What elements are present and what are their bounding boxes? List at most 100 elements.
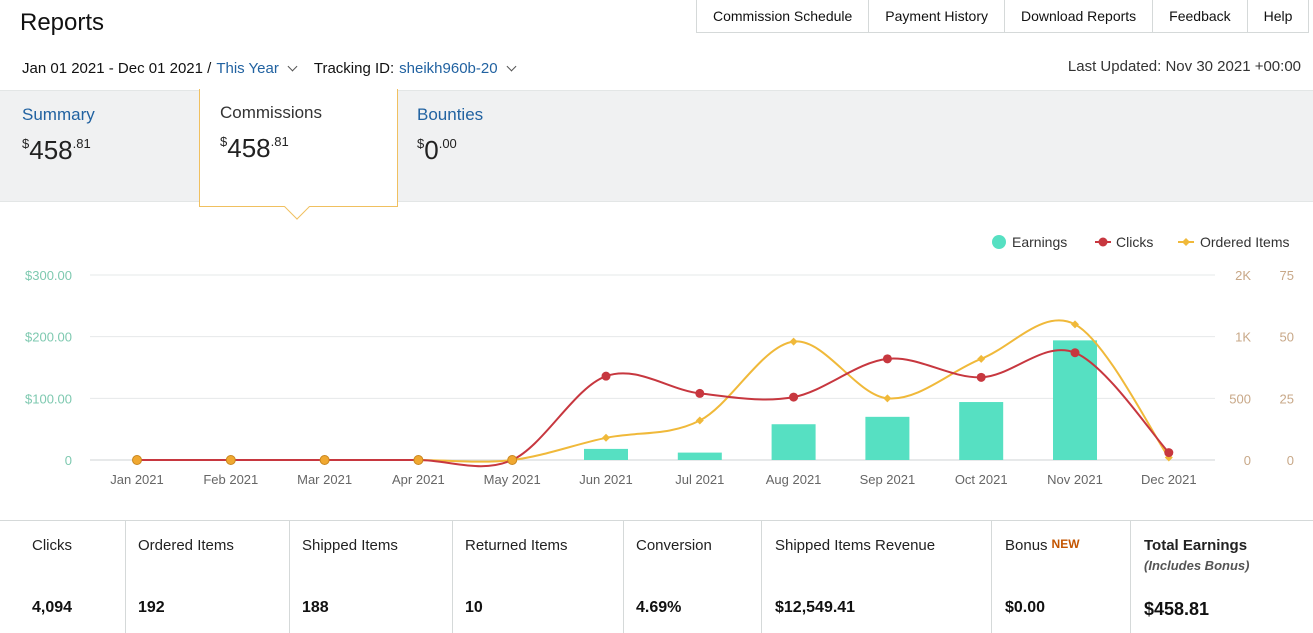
chart-svg: 0 0 0 $100.00 500 25 $200.00 1K 50 $300.00 2K 75 Jan… — [25, 234, 1294, 487]
earnings-bar — [865, 416, 910, 460]
ordered-items-point — [602, 433, 610, 442]
zero-point — [132, 455, 142, 465]
stat-shipped-revenue: Shipped Items Revenue $12,549.41 — [762, 521, 992, 633]
chevron-down-icon[interactable] — [506, 61, 517, 72]
commission-schedule-button[interactable]: Commission Schedule — [697, 0, 870, 32]
stat-conversion: Conversion 4.69% — [624, 521, 762, 633]
clicks-line — [136, 349, 1170, 468]
legend-ordered-swatch — [1182, 238, 1190, 246]
right-axis-tick: 500 — [1229, 391, 1251, 406]
earnings-bar — [1053, 340, 1097, 460]
stat-ordered-items: Ordered Items 192 — [126, 521, 290, 633]
ordered-items-point — [977, 354, 986, 363]
currency-symbol: $ — [22, 136, 30, 151]
stat-value: $0.00 — [1005, 599, 1046, 616]
right-axis-tick: 0 — [1287, 453, 1294, 468]
stat-label: Total Earnings — [1144, 537, 1248, 554]
right-axis-tick: 50 — [1280, 330, 1294, 345]
zero-point — [225, 455, 236, 465]
tab-bounties-label[interactable]: Bounties — [417, 105, 577, 125]
x-axis-tick: Sep 2021 — [860, 472, 916, 487]
earnings-bar — [677, 452, 722, 460]
legend-clicks-swatch — [1098, 237, 1108, 247]
download-reports-button[interactable]: Download Reports — [1005, 0, 1154, 32]
clicks-point — [601, 371, 611, 381]
x-axis-tick: Jan 2021 — [110, 472, 164, 487]
feedback-button[interactable]: Feedback — [1153, 0, 1248, 32]
report-tabs: Summary $ 458 .81 Commissions $ 458 .81 … — [0, 89, 1313, 220]
stat-value: 4.69% — [636, 599, 682, 616]
top-nav: Commission Schedule Payment History Down… — [696, 0, 1310, 33]
stat-sublabel: (Includes Bonus) — [1144, 558, 1250, 573]
stat-label: Bonus NEW — [1005, 537, 1130, 554]
tracking-id-dropdown[interactable]: sheikh960b-20 — [399, 60, 497, 77]
stat-value: 4,094 — [32, 599, 73, 616]
period-dropdown[interactable]: This Year — [216, 60, 279, 77]
right-axis-tick: 1K — [1235, 330, 1251, 345]
filter-row: Jan 01 2021 - Dec 01 2021 / This Year Tr… — [22, 58, 525, 78]
clicks-point — [695, 388, 705, 398]
x-axis-tick: Dec 2021 — [1141, 472, 1197, 487]
x-axis-tick: Apr 2021 — [392, 472, 445, 487]
legend-earnings-label: Earnings — [1012, 234, 1067, 250]
page-title: Reports — [20, 9, 105, 36]
clicks-point — [1070, 348, 1080, 358]
legend-clicks-label: Clicks — [1116, 234, 1153, 250]
chevron-down-icon[interactable] — [287, 61, 298, 72]
x-axis-tick: Jul 2021 — [675, 472, 724, 487]
stat-label: Clicks — [32, 537, 72, 554]
clicks-point — [789, 392, 799, 402]
stat-label: Ordered Items — [138, 537, 234, 554]
ordered-items-point — [695, 416, 704, 425]
new-badge: NEW — [1051, 537, 1080, 551]
ordered-items-point — [883, 394, 892, 403]
tab-summary[interactable]: Summary $ 458 .81 — [2, 91, 199, 203]
left-axis-tick: $100.00 — [25, 391, 72, 406]
left-axis-tick: $300.00 — [25, 268, 72, 283]
legend-earnings-swatch — [992, 235, 1006, 249]
payment-history-button[interactable]: Payment History — [869, 0, 1005, 32]
ordered-items-line — [136, 319, 1170, 463]
x-axis-tick: Nov 2021 — [1047, 472, 1103, 487]
last-updated: Last Updated: Nov 30 2021 +00:00 — [1067, 58, 1301, 75]
stat-total-earnings: Total Earnings (Includes Bonus) $458.81 — [1131, 521, 1313, 633]
zero-point — [507, 455, 518, 465]
earnings-bar — [959, 402, 1004, 460]
stat-label: Conversion — [636, 537, 712, 554]
stat-value: 188 — [302, 599, 329, 616]
left-axis-tick: $200.00 — [25, 330, 72, 345]
x-axis-tick: Oct 2021 — [955, 472, 1008, 487]
x-axis-tick: May 2021 — [484, 472, 541, 487]
currency-symbol: $ — [417, 136, 425, 151]
stat-value: 10 — [465, 599, 483, 616]
earnings-bar — [584, 448, 628, 460]
x-axis-tick: Jun 2021 — [579, 472, 633, 487]
tab-summary-label[interactable]: Summary — [22, 105, 179, 125]
stats-bar: Clicks 4,094 Ordered Items 192 Shipped I… — [0, 520, 1313, 633]
bonus-label: Bonus — [1005, 537, 1048, 554]
commissions-amount: $ 458 .81 — [220, 133, 377, 164]
clicks-point — [976, 372, 986, 382]
legend-ordered-label: Ordered Items — [1200, 234, 1289, 250]
stat-returned-items: Returned Items 10 — [453, 521, 624, 633]
right-axis-tick: 25 — [1280, 391, 1294, 406]
stat-shipped-items: Shipped Items 188 — [290, 521, 453, 633]
tab-bounties[interactable]: Bounties $ 0 .00 — [397, 91, 597, 203]
right-axis-tick: 0 — [1244, 453, 1251, 468]
stat-value: $12,549.41 — [775, 599, 856, 616]
help-button[interactable]: Help — [1248, 0, 1310, 32]
tab-commissions[interactable]: Commissions $ 458 .81 — [199, 89, 398, 220]
x-axis-tick: Mar 2021 — [297, 472, 352, 487]
stat-bonus: Bonus NEW $0.00 — [992, 521, 1131, 633]
summary-amount: $ 458 .81 — [22, 135, 179, 166]
stat-label: Shipped Items — [302, 537, 398, 554]
amount-cents: .81 — [72, 136, 91, 151]
clicks-point — [882, 354, 892, 364]
earnings-bar — [771, 424, 816, 460]
tab-commissions-label[interactable]: Commissions — [220, 103, 377, 123]
stat-label: Returned Items — [465, 537, 568, 554]
amount-dollars: 0 — [424, 135, 439, 165]
tracking-id-label: Tracking ID: — [313, 59, 395, 77]
amount-cents: .81 — [270, 134, 289, 149]
ordered-items-point — [789, 337, 798, 346]
